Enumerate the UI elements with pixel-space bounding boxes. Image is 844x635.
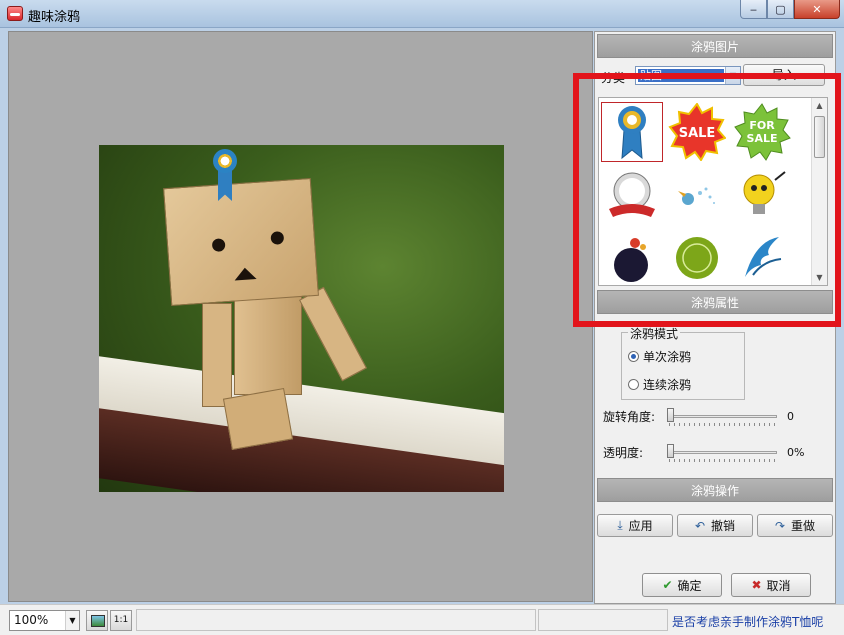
maximize-button[interactable]: ▢ (767, 0, 794, 19)
fit-window-button[interactable] (86, 610, 108, 631)
rotation-slider[interactable] (667, 406, 779, 426)
figure-mouth (233, 267, 257, 281)
cancel-label: 取消 (766, 578, 791, 593)
zoom-select[interactable]: 100% ▼ (9, 610, 80, 631)
tshirt-hint-link[interactable]: 是否考虑亲手制作涂鸦T恤呢 (672, 613, 823, 630)
close-button[interactable]: ✕ (794, 0, 840, 19)
rotation-row: 旋转角度: 0 (603, 406, 794, 426)
title-bar: 趣味涂鸦 ‒ ▢ ✕ (0, 0, 844, 28)
figure-legs (222, 388, 294, 450)
figure-body (234, 295, 302, 395)
operations-header: 涂鸦操作 (597, 478, 833, 502)
rotation-track (669, 415, 777, 418)
status-field-secondary (538, 609, 668, 631)
ribbon-sticker-icon[interactable] (213, 149, 237, 173)
undo-icon: ↶ (694, 518, 706, 533)
radio-continuous-dot[interactable] (628, 379, 639, 390)
mode-legend: 涂鸦模式 (628, 325, 681, 342)
undo-button[interactable]: ↶ 撤销 (677, 514, 753, 537)
apply-button[interactable]: ⤓ 应用 (597, 514, 673, 537)
redo-button[interactable]: ↷ 重做 (757, 514, 833, 537)
radio-continuous[interactable]: 连续涂鸦 (628, 376, 691, 393)
figure-eye (211, 238, 226, 253)
chevron-down-icon[interactable]: ▼ (65, 611, 79, 630)
app-icon (7, 6, 23, 21)
photo-preview[interactable] (99, 145, 504, 492)
opacity-value: 0% (787, 445, 805, 459)
opacity-slider[interactable] (667, 442, 779, 462)
radio-continuous-label: 连续涂鸦 (643, 378, 692, 392)
rotation-knob[interactable] (667, 408, 674, 422)
ok-label: 确定 (677, 578, 702, 593)
download-arrow-icon: ⤓ (617, 518, 623, 532)
radio-single[interactable]: 单次涂鸦 (628, 348, 691, 365)
editing-canvas[interactable] (8, 31, 593, 602)
opacity-label: 透明度: (603, 445, 644, 460)
mode-group: 涂鸦模式 单次涂鸦 连续涂鸦 (621, 325, 745, 400)
rotation-value: 0 (787, 409, 794, 423)
opacity-knob[interactable] (667, 444, 674, 458)
status-bar: 100% ▼ 1:1 是否考虑亲手制作涂鸦T恤呢 (0, 604, 844, 635)
redo-label: 重做 (791, 519, 816, 533)
zoom-value: 100% (14, 613, 49, 627)
highlight-box (573, 73, 841, 327)
actual-size-button[interactable]: 1:1 (110, 610, 132, 631)
rotation-label: 旋转角度: (603, 409, 656, 424)
cross-icon: ✖ (751, 578, 762, 592)
radio-single-dot[interactable] (628, 351, 639, 362)
ok-button[interactable]: ✔ 确定 (642, 573, 722, 597)
radio-single-label: 单次涂鸦 (643, 350, 692, 364)
opacity-ticks (669, 459, 777, 462)
minimize-button[interactable]: ‒ (740, 0, 767, 19)
apply-label: 应用 (628, 519, 653, 533)
status-field (136, 609, 536, 631)
figure-eye (270, 231, 285, 245)
window-title: 趣味涂鸦 (28, 10, 81, 25)
figure-arm-left (202, 303, 232, 407)
undo-label: 撤销 (711, 519, 736, 533)
redo-icon: ↷ (774, 518, 786, 533)
figure-arm-right (299, 286, 367, 382)
rotation-ticks (669, 423, 777, 426)
window-controls: ‒ ▢ ✕ (740, 0, 840, 19)
opacity-track (669, 451, 777, 454)
gallery-header: 涂鸦图片 (597, 34, 833, 58)
cancel-button[interactable]: ✖ 取消 (731, 573, 811, 597)
check-icon: ✔ (662, 578, 673, 592)
figure-head (163, 177, 319, 307)
opacity-row: 透明度: 0% (603, 442, 804, 462)
